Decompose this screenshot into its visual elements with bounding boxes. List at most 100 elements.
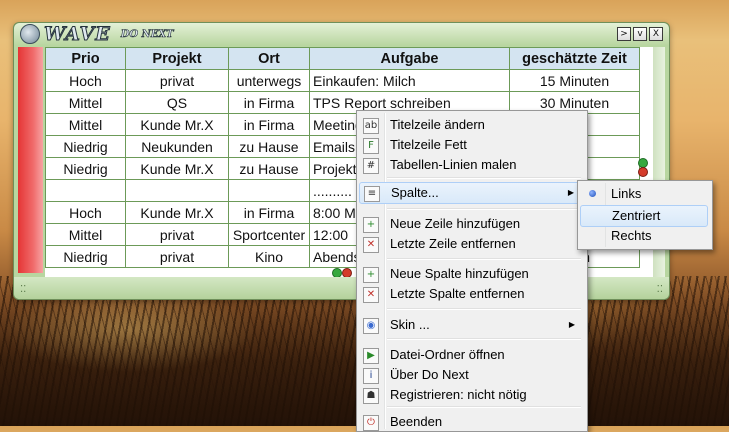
collapse-button[interactable]: v bbox=[633, 27, 647, 41]
cell-prio[interactable]: Niedrig bbox=[45, 245, 126, 268]
column-alignment-submenu: Links Zentriert Rechts bbox=[577, 180, 713, 250]
submenu-item-label: Rechts bbox=[611, 228, 652, 243]
cell-projekt[interactable]: privat bbox=[125, 245, 229, 268]
submenu-item-label: Zentriert bbox=[612, 208, 661, 223]
table-header-row: Prio Projekt Ort Aufgabe geschätzte Zeit bbox=[45, 47, 640, 70]
cell-prio[interactable]: Niedrig bbox=[45, 135, 126, 158]
logo-text: WAVE bbox=[44, 23, 111, 46]
menu-item-skin[interactable]: ◉ Skin ... ▶ bbox=[359, 315, 583, 335]
cell-ort[interactable]: Kino bbox=[228, 245, 310, 268]
cell-ort[interactable]: in Firma bbox=[228, 113, 310, 136]
cell-projekt[interactable] bbox=[125, 179, 229, 202]
add-column-icon: + bbox=[363, 267, 379, 283]
cell-ort[interactable]: zu Hause bbox=[228, 135, 310, 158]
cell-prio[interactable] bbox=[45, 179, 126, 202]
columns-icon: ≡ bbox=[364, 186, 380, 202]
cell-projekt[interactable]: Kunde Mr.X bbox=[125, 113, 229, 136]
menu-item-label: Neue Spalte hinzufügen bbox=[390, 266, 529, 281]
menu-item-remove-column[interactable]: ✕ Letzte Spalte entfernen bbox=[359, 284, 583, 304]
resize-grip-icon[interactable]: ⁚⁚ bbox=[657, 284, 663, 295]
menu-item-add-row[interactable]: + Neue Zeile hinzufügen bbox=[359, 214, 583, 234]
cell-zeit[interactable]: 15 Minuten bbox=[509, 69, 640, 92]
cell-projekt[interactable]: Kunde Mr.X bbox=[125, 157, 229, 180]
cell-ort[interactable]: Sportcenter bbox=[228, 223, 310, 246]
menu-item-register[interactable]: ☗ Registrieren: nicht nötig bbox=[359, 385, 583, 405]
column-header-aufgabe[interactable]: Aufgabe bbox=[309, 47, 510, 70]
wave-logo-icon bbox=[20, 24, 40, 44]
column-header-prio[interactable]: Prio bbox=[45, 47, 126, 70]
cell-ort[interactable]: in Firma bbox=[228, 201, 310, 224]
submenu-arrow-icon: ▶ bbox=[567, 188, 574, 197]
cell-prio[interactable]: Niedrig bbox=[45, 157, 126, 180]
register-icon: ☗ bbox=[363, 388, 379, 404]
menu-separator bbox=[387, 308, 581, 310]
bold-icon: F bbox=[363, 138, 379, 154]
text-field-icon: ab bbox=[363, 118, 379, 134]
menu-item-info[interactable]: i Über Do Next bbox=[359, 365, 583, 385]
submenu-item-label: Links bbox=[611, 186, 642, 201]
wave-logo: WAVE DO NEXT bbox=[20, 23, 174, 46]
column-header-projekt[interactable]: Projekt bbox=[125, 47, 229, 70]
cell-prio[interactable]: Hoch bbox=[45, 201, 126, 224]
menu-item-label: Letzte Spalte entfernen bbox=[390, 286, 525, 301]
menu-separator bbox=[387, 177, 581, 179]
cell-projekt[interactable]: privat bbox=[125, 69, 229, 92]
expand-button[interactable]: > bbox=[617, 27, 631, 41]
menu-separator bbox=[387, 208, 581, 210]
remove-row-icon: ✕ bbox=[363, 237, 379, 253]
cell-prio[interactable]: Mittel bbox=[45, 223, 126, 246]
menu-separator bbox=[387, 258, 581, 260]
cell-ort[interactable]: zu Hause bbox=[228, 157, 310, 180]
status-red-icon bbox=[638, 167, 648, 177]
menu-item-label: Skin ... bbox=[390, 317, 430, 332]
menu-item-label: Datei-Ordner öffnen bbox=[390, 347, 505, 362]
widget-title-bar[interactable]: WAVE DO NEXT > v X bbox=[14, 23, 669, 46]
skin-icon: ◉ bbox=[363, 318, 379, 334]
submenu-item-rechts[interactable]: Rechts bbox=[580, 226, 708, 246]
submenu-item-zentriert[interactable]: Zentriert bbox=[580, 205, 708, 227]
menu-item-text-field[interactable]: ab Titelzeile ändern bbox=[359, 115, 583, 135]
menu-item-remove-row[interactable]: ✕ Letzte Zeile entfernen bbox=[359, 234, 583, 254]
column-header-zeit[interactable]: geschätzte Zeit bbox=[509, 47, 640, 70]
add-row-icon: + bbox=[363, 217, 379, 233]
menu-item-label: Titelzeile ändern bbox=[390, 117, 485, 132]
menu-item-label: Über Do Next bbox=[390, 367, 469, 382]
folder-open-icon: ▶ bbox=[363, 348, 379, 364]
cell-projekt[interactable]: Kunde Mr.X bbox=[125, 201, 229, 224]
menu-item-folder-open[interactable]: ▶ Datei-Ordner öffnen bbox=[359, 345, 583, 365]
menu-item-exit[interactable]: ⏻ Beenden bbox=[359, 412, 583, 432]
remove-column-icon: ✕ bbox=[363, 287, 379, 303]
cell-ort[interactable]: unterwegs bbox=[228, 69, 310, 92]
cell-projekt[interactable]: QS bbox=[125, 91, 229, 114]
grid-lines-icon: # bbox=[363, 158, 379, 174]
cell-projekt[interactable]: privat bbox=[125, 223, 229, 246]
cell-prio[interactable]: Mittel bbox=[45, 91, 126, 114]
menu-item-label: Titelzeile Fett bbox=[390, 137, 467, 152]
context-menu: ab Titelzeile ändern F Titelzeile Fett # Tabe… bbox=[356, 110, 588, 432]
column-header-ort[interactable]: Ort bbox=[228, 47, 310, 70]
cell-prio[interactable]: Mittel bbox=[45, 113, 126, 136]
menu-item-bold[interactable]: F Titelzeile Fett bbox=[359, 135, 583, 155]
menu-item-label: Registrieren: nicht nötig bbox=[390, 387, 527, 402]
table-row[interactable]: Hoch privat unterwegs Einkaufen: Milch 15 Mi… bbox=[45, 69, 640, 92]
close-button[interactable]: X bbox=[649, 27, 663, 41]
submenu-item-links[interactable]: Links bbox=[580, 184, 708, 204]
cell-aufgabe[interactable]: Einkaufen: Milch bbox=[309, 69, 510, 92]
logo-subtitle: DO NEXT bbox=[120, 28, 174, 40]
menu-item-columns[interactable]: ≡ Spalte... ▶ bbox=[359, 182, 583, 204]
menu-item-grid-lines[interactable]: # Tabellen-Linien malen bbox=[359, 155, 583, 175]
menu-item-label: Tabellen-Linien malen bbox=[390, 157, 517, 172]
resize-grip-icon[interactable]: ⁚⁚ bbox=[20, 284, 26, 295]
info-icon: i bbox=[363, 368, 379, 384]
priority-color-bar bbox=[18, 47, 43, 273]
radio-selected-icon bbox=[589, 190, 596, 197]
cell-projekt[interactable]: Neukunden bbox=[125, 135, 229, 158]
menu-item-add-column[interactable]: + Neue Spalte hinzufügen bbox=[359, 264, 583, 284]
cell-prio[interactable]: Hoch bbox=[45, 69, 126, 92]
menu-item-label: Beenden bbox=[390, 414, 443, 429]
menu-item-label: Neue Zeile hinzufügen bbox=[390, 216, 521, 231]
menu-separator bbox=[387, 406, 581, 408]
cell-ort[interactable] bbox=[228, 179, 310, 202]
cell-ort[interactable]: in Firma bbox=[228, 91, 310, 114]
menu-item-label: Letzte Zeile entfernen bbox=[390, 236, 516, 251]
